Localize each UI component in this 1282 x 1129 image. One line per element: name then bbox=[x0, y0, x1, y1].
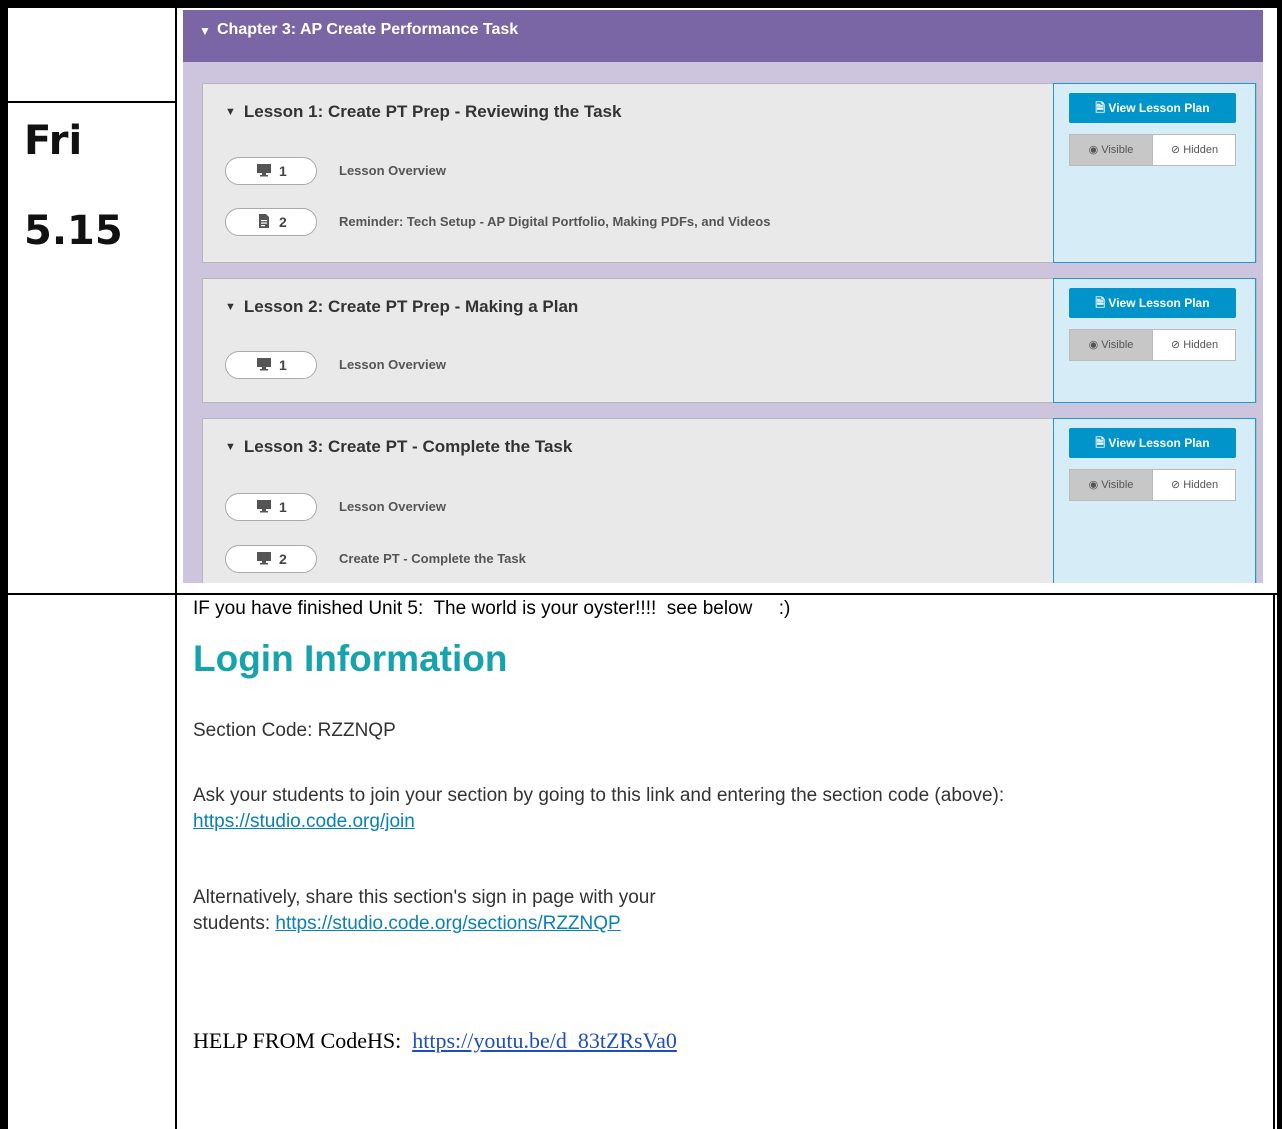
eye-slash-icon: ⊘ bbox=[1170, 144, 1184, 156]
file-icon: 🗎 bbox=[1095, 101, 1109, 115]
help-line: HELP FROM CodeHS: https://youtu.be/d_83t… bbox=[193, 1028, 677, 1054]
activity-number: 2 bbox=[279, 551, 287, 567]
activity-label: Lesson Overview bbox=[339, 163, 446, 178]
lesson-side-panel: 🗎 View Lesson Plan ◉ Visible ⊘ Hidden bbox=[1053, 83, 1256, 263]
hidden-toggle[interactable]: ⊘ Hidden bbox=[1152, 330, 1236, 360]
activity-number: 1 bbox=[279, 357, 287, 373]
help-label: HELP FROM CodeHS: bbox=[193, 1028, 413, 1053]
lesson-side-panel: 🗎 View Lesson Plan ◉ Visible ⊘ Hidden bbox=[1053, 278, 1256, 403]
monitor-icon bbox=[257, 164, 271, 177]
alternative-text-students: students: bbox=[193, 913, 276, 934]
lesson-card: ▼ Lesson 3: Create PT - Complete the Task… bbox=[202, 418, 1257, 583]
lesson-card: ▼ Lesson 1: Create PT Prep - Reviewing th… bbox=[202, 83, 1257, 263]
visibility-toggle: ◉ Visible ⊘ Hidden bbox=[1069, 134, 1236, 166]
document-icon bbox=[259, 214, 269, 228]
caret-down-icon: ▼ bbox=[225, 301, 236, 313]
activity-pill[interactable]: 2 bbox=[225, 208, 317, 236]
alternative-text: Alternatively, share this section's sign… bbox=[193, 887, 656, 908]
alternative-instructions: Alternatively, share this section's sign… bbox=[193, 885, 1213, 937]
caret-down-icon: ▼ bbox=[225, 106, 236, 118]
hidden-toggle[interactable]: ⊘ Hidden bbox=[1152, 135, 1236, 165]
activity-pill[interactable]: 2 bbox=[225, 545, 317, 573]
monitor-icon bbox=[257, 358, 271, 371]
activity-number: 1 bbox=[279, 499, 287, 515]
hidden-toggle[interactable]: ⊘ Hidden bbox=[1152, 470, 1236, 500]
lesson-title[interactable]: ▼ Lesson 2: Create PT Prep - Making a Pla… bbox=[225, 297, 578, 317]
join-instructions-text: Ask your students to join your section b… bbox=[193, 785, 1005, 806]
chapter-title: Chapter 3: AP Create Performance Task bbox=[217, 21, 519, 38]
section-link[interactable]: https://studio.code.org/sections/RZZNQP bbox=[275, 913, 620, 934]
activity-label: Create PT - Complete the Task bbox=[339, 551, 526, 566]
join-link[interactable]: https://studio.code.org/join bbox=[193, 811, 415, 832]
activity-label: Reminder: Tech Setup - AP Digital Portfo… bbox=[339, 214, 771, 229]
view-lesson-plan-button[interactable]: 🗎 View Lesson Plan bbox=[1069, 93, 1236, 123]
caret-down-icon: ▼ bbox=[225, 441, 236, 453]
help-video-link[interactable]: https://youtu.be/d_83tZRsVa0 bbox=[412, 1028, 677, 1053]
file-icon: 🗎 bbox=[1095, 296, 1109, 310]
eye-slash-icon: ⊘ bbox=[1170, 339, 1184, 351]
file-icon: 🗎 bbox=[1095, 436, 1109, 450]
course-screenshot: ▼ Chapter 3: AP Create Performance Task … bbox=[183, 10, 1263, 583]
monitor-icon bbox=[257, 552, 271, 565]
view-lesson-plan-button[interactable]: 🗎 View Lesson Plan bbox=[1069, 288, 1236, 318]
eye-icon: ◉ bbox=[1088, 479, 1102, 491]
monitor-icon bbox=[257, 500, 271, 513]
activity-pill[interactable]: 1 bbox=[225, 157, 317, 185]
visible-toggle[interactable]: ◉ Visible bbox=[1070, 135, 1152, 165]
eye-slash-icon: ⊘ bbox=[1170, 479, 1184, 491]
chapter-header[interactable]: ▼ Chapter 3: AP Create Performance Task bbox=[183, 10, 1263, 62]
day-date: 5.15 bbox=[24, 208, 123, 254]
right-inner-border bbox=[1273, 593, 1275, 1129]
lesson-title[interactable]: ▼ Lesson 1: Create PT Prep - Reviewing th… bbox=[225, 102, 621, 122]
visibility-toggle: ◉ Visible ⊘ Hidden bbox=[1069, 469, 1236, 501]
lesson-side-panel: 🗎 View Lesson Plan ◉ Visible ⊘ Hidden bbox=[1053, 418, 1256, 583]
activity-pill[interactable]: 1 bbox=[225, 493, 317, 521]
login-heading: Login Information bbox=[193, 638, 508, 679]
activity-pill[interactable]: 1 bbox=[225, 351, 317, 379]
finished-note: IF you have finished Unit 5: The world i… bbox=[193, 598, 791, 619]
activity-number: 1 bbox=[279, 163, 287, 179]
lesson-card: ▼ Lesson 2: Create PT Prep - Making a Pla… bbox=[202, 278, 1257, 403]
day-weekday: Fri bbox=[24, 118, 83, 164]
activity-number: 2 bbox=[279, 214, 287, 230]
view-lesson-plan-button[interactable]: 🗎 View Lesson Plan bbox=[1069, 428, 1236, 458]
row-divider-top bbox=[8, 101, 175, 103]
lesson-title[interactable]: ▼ Lesson 3: Create PT - Complete the Task bbox=[225, 437, 572, 457]
row-divider-middle bbox=[8, 593, 1277, 595]
eye-icon: ◉ bbox=[1088, 339, 1102, 351]
section-code-text: Section Code: RZZNQP bbox=[193, 720, 396, 741]
visible-toggle[interactable]: ◉ Visible bbox=[1070, 470, 1152, 500]
activity-label: Lesson Overview bbox=[339, 357, 446, 372]
column-divider bbox=[175, 8, 177, 1129]
join-instructions: Ask your students to join your section b… bbox=[193, 783, 1213, 835]
visible-toggle[interactable]: ◉ Visible bbox=[1070, 330, 1152, 360]
eye-icon: ◉ bbox=[1088, 144, 1102, 156]
activity-label: Lesson Overview bbox=[339, 499, 446, 514]
visibility-toggle: ◉ Visible ⊘ Hidden bbox=[1069, 329, 1236, 361]
caret-down-icon: ▼ bbox=[199, 24, 211, 38]
